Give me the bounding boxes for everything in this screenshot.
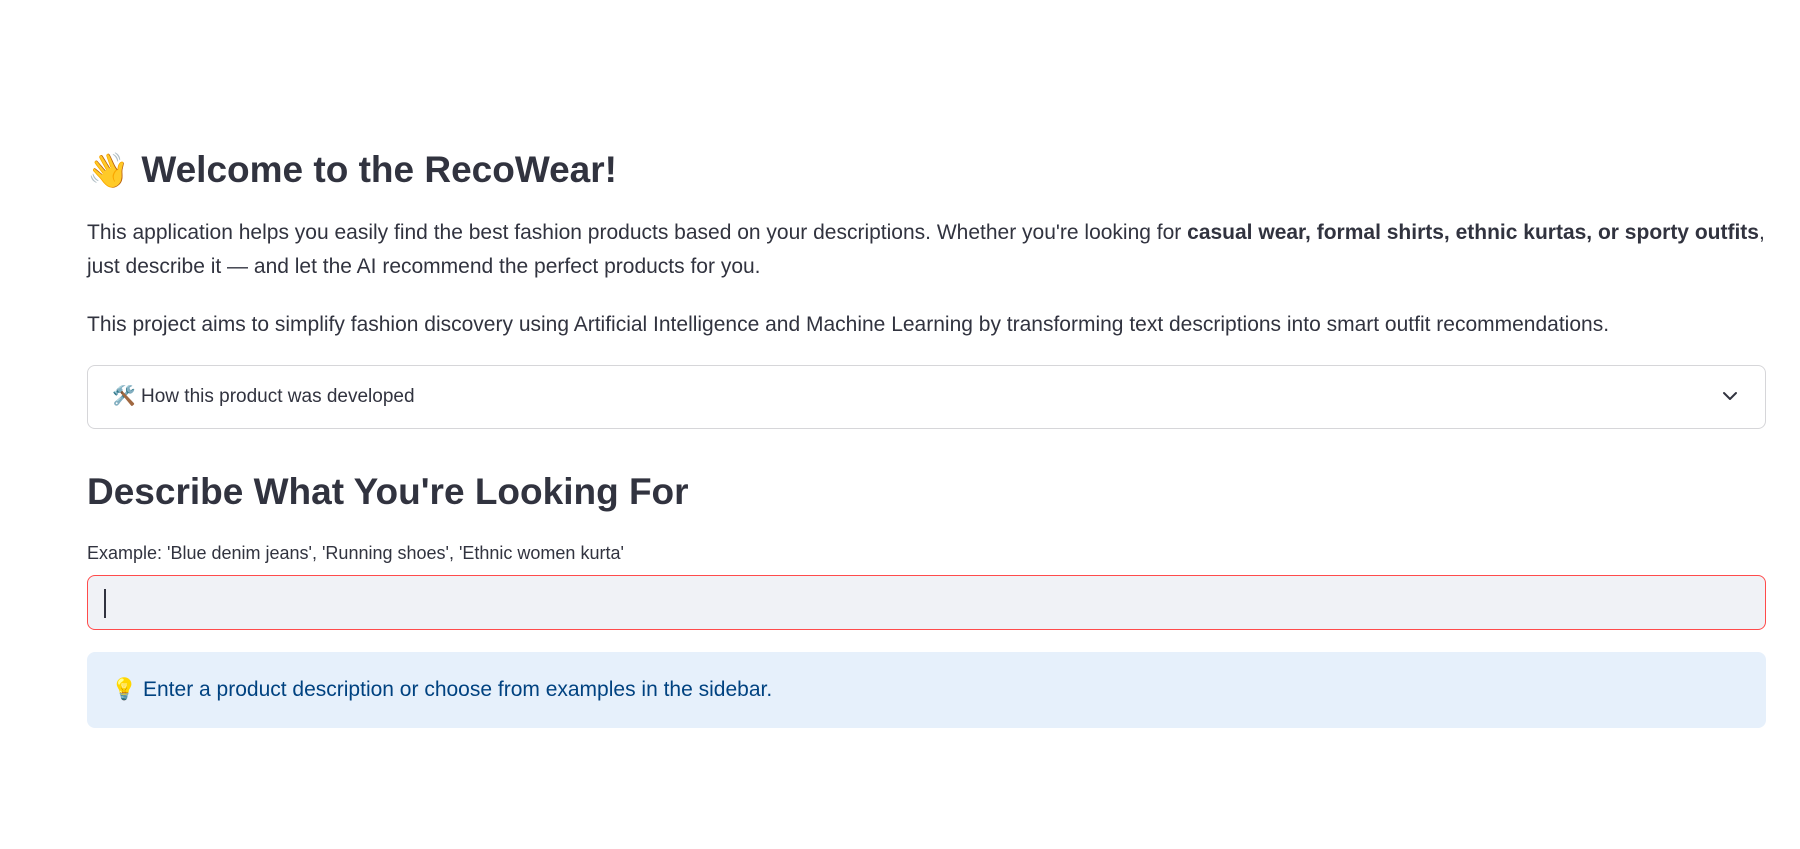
product-description-input[interactable] xyxy=(88,576,1765,629)
page-title-text: Welcome to the RecoWear! xyxy=(141,149,617,190)
hammer-and-wrench-icon: 🛠️ xyxy=(112,386,136,407)
page-title: 👋 Welcome to the RecoWear! xyxy=(87,144,617,197)
text-cursor xyxy=(104,589,106,618)
intro-text-before: This application helps you easily find t… xyxy=(87,221,1188,244)
info-alert: 💡 Enter a product description or choose … xyxy=(87,652,1766,728)
light-bulb-icon: 💡 xyxy=(111,678,138,701)
intro-paragraph: This application helps you easily find t… xyxy=(87,216,1768,284)
expander-label: How this product was developed xyxy=(141,386,415,407)
search-input-container[interactable] xyxy=(87,575,1766,630)
search-section-heading: Describe What You're Looking For xyxy=(87,471,689,512)
development-expander[interactable]: 🛠️ How this product was developed xyxy=(87,365,1766,429)
info-alert-text: Enter a product description or choose fr… xyxy=(143,678,773,701)
aim-paragraph: This project aims to simplify fashion di… xyxy=(87,313,1610,336)
chevron-down-icon[interactable] xyxy=(1721,387,1739,405)
waving-hand-icon: 👋 xyxy=(87,152,130,190)
search-input-label: Example: 'Blue denim jeans', 'Running sh… xyxy=(87,543,624,563)
intro-bold-text: casual wear, formal shirts, ethnic kurta… xyxy=(1187,221,1759,244)
